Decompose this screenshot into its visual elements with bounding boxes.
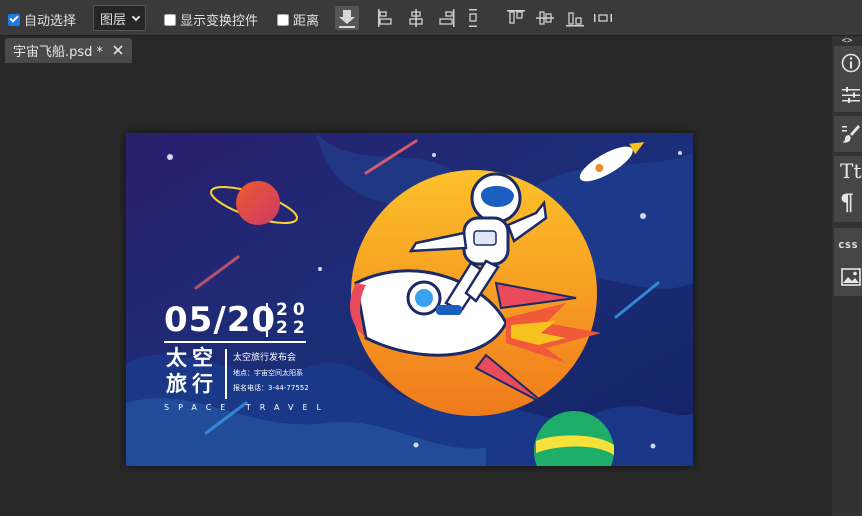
document-tab[interactable]: 宇宙飞船.psd *	[5, 38, 132, 63]
align-vcenter-button[interactable]	[533, 6, 557, 30]
distribute-vertical-icon	[469, 9, 477, 27]
image-icon[interactable]	[840, 266, 862, 288]
collapse-panel-toggle[interactable]: <>	[832, 36, 862, 46]
close-icon[interactable]	[111, 43, 125, 57]
layer-select-value: 图层	[100, 12, 127, 28]
align-top-button[interactable]	[504, 6, 528, 30]
align-vcenter-icon	[536, 11, 554, 25]
align-hcenter-icon	[409, 9, 423, 27]
align-bottom-button[interactable]	[563, 6, 587, 30]
panel-group-brush	[834, 116, 862, 152]
character-icon[interactable]: Tt	[840, 160, 862, 182]
panel-group-info	[834, 46, 862, 112]
panel-group-text: Tt ¶	[834, 156, 862, 222]
align-bottom-icon	[566, 12, 584, 27]
download-icon	[339, 10, 355, 28]
align-left-button[interactable]	[373, 6, 397, 30]
auto-select-check-icon[interactable]	[8, 13, 20, 26]
layer-select-dropdown[interactable]: 图层	[93, 5, 146, 31]
distribute-horizontal-icon	[594, 14, 612, 22]
document-canvas[interactable]: 05/20 20 22 太空 旅行 太空旅行发布会 地点：宇宙空间太阳系 报名电…	[126, 133, 693, 466]
chevron-down-icon	[131, 12, 141, 22]
adjustments-icon[interactable]	[840, 84, 862, 106]
show-transform-label: 显示变换控件	[180, 14, 259, 29]
align-right-icon	[439, 9, 455, 27]
show-transform-checkbox[interactable]: 显示变换控件	[164, 10, 258, 29]
distribute-vertical-button[interactable]	[461, 6, 485, 30]
panel-group-css: css	[834, 228, 862, 296]
date-divider	[266, 303, 268, 337]
poster-tagline: SPACE TRAVEL	[164, 403, 330, 412]
poster-title-line1: 太空	[166, 346, 218, 370]
css-icon[interactable]: css	[838, 234, 862, 256]
distance-checkbox[interactable]: 距离	[277, 10, 319, 29]
poster-title-line2: 旅行	[166, 372, 218, 396]
auto-select-label: 自动选择	[24, 14, 77, 29]
download-button[interactable]	[335, 6, 359, 30]
distribute-horizontal-button[interactable]	[591, 6, 615, 30]
paragraph-icon[interactable]: ¶	[840, 192, 862, 214]
auto-select-checkbox[interactable]: 自动选择	[8, 10, 76, 29]
photoshop-web-editor: 自动选择 图层 显示变换控件 距离 宇宙飞船.psd * <> Tt ¶ css…	[0, 0, 862, 516]
brush-icon[interactable]	[840, 123, 862, 145]
document-tab-title: 宇宙飞船.psd *	[13, 45, 104, 60]
poster-event-name: 太空旅行发布会	[233, 353, 297, 363]
poster-year-top: 20	[276, 300, 310, 320]
distance-label: 距离	[293, 14, 320, 29]
poster-phone: 报名电话：3-44-77552	[233, 384, 309, 392]
show-transform-check-icon[interactable]	[164, 13, 176, 26]
title-underline	[164, 341, 306, 343]
align-top-icon	[507, 10, 525, 24]
title-divider	[225, 349, 227, 399]
distance-check-icon[interactable]	[277, 13, 289, 26]
poster-year-bottom: 22	[276, 318, 310, 338]
options-bar: 自动选择 图层 显示变换控件 距离	[0, 0, 862, 36]
align-right-button[interactable]	[435, 6, 459, 30]
align-left-icon	[378, 9, 392, 27]
right-panel-strip: <> Tt ¶ css	[832, 36, 862, 516]
info-icon[interactable]	[840, 52, 862, 74]
align-hcenter-button[interactable]	[404, 6, 428, 30]
poster-date: 05/20	[164, 300, 277, 340]
poster-location: 地点：宇宙空间太阳系	[233, 369, 303, 377]
